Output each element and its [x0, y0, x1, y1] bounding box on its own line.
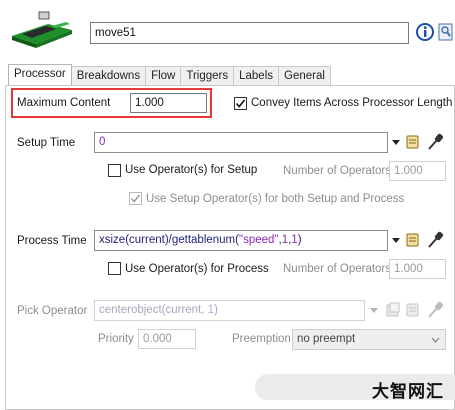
process-time-str: "speed" — [238, 234, 279, 246]
conveyor-processor-icon — [8, 10, 76, 50]
pick-operator-field[interactable]: centerobject(current, 1) — [94, 300, 365, 321]
eyedropper-icon[interactable] — [426, 300, 444, 323]
properties-icon[interactable] — [437, 22, 455, 42]
setup-time-field[interactable]: 0 — [94, 132, 388, 153]
checkmark-icon — [130, 194, 141, 203]
dropdown-arrow-icon[interactable] — [369, 306, 379, 318]
preemption-value: no preempt — [297, 333, 356, 345]
convey-checkbox[interactable] — [234, 97, 247, 110]
num-operators-setup-input[interactable] — [389, 161, 446, 181]
scroll-edit-icon[interactable] — [405, 231, 421, 252]
tab-bar: Processor Breakdowns Flow Triggers Label… — [8, 64, 331, 86]
object-name-input[interactable] — [90, 22, 409, 44]
pick-operator-label: Pick Operator — [17, 305, 88, 317]
use-op-setup-label: Use Operator(s) for Setup — [125, 164, 258, 176]
max-content-label: Maximum Content — [17, 97, 111, 109]
use-op-process-label: Use Operator(s) for Process — [125, 263, 269, 275]
tab-general[interactable]: General — [278, 66, 331, 86]
scroll-edit-icon[interactable] — [405, 301, 421, 322]
process-time-close: ) — [297, 234, 302, 246]
process-time-field[interactable]: xsize(current)/gettablenum("speed",1,1) — [94, 230, 388, 251]
process-time-label: Process Time — [17, 235, 87, 247]
priority-input[interactable] — [138, 329, 196, 349]
priority-label: Priority — [98, 333, 134, 345]
setup-time-label: Setup Time — [17, 137, 76, 149]
tab-breakdowns[interactable]: Breakdowns — [70, 66, 147, 86]
use-setup-both-label: Use Setup Operator(s) for both Setup and… — [146, 193, 405, 205]
num-operators-process-label: Number of Operators — [283, 263, 392, 275]
checkmark-icon — [235, 99, 246, 108]
use-setup-both-checkbox[interactable] — [129, 192, 142, 205]
info-icon[interactable] — [415, 22, 435, 42]
tab-triggers[interactable]: Triggers — [180, 66, 235, 86]
tab-flow[interactable]: Flow — [145, 66, 182, 86]
num-operators-process-input[interactable] — [389, 259, 446, 279]
convey-label: Convey Items Across Processor Length — [251, 97, 453, 109]
use-op-setup-checkbox[interactable] — [108, 164, 121, 177]
dropdown-arrow-icon[interactable] — [391, 138, 401, 150]
pick-operator-fn: centerobject(current, — [99, 304, 208, 316]
watermark-text: 大智网汇 — [372, 382, 444, 401]
dropdown-arrow-icon[interactable] — [391, 236, 401, 248]
process-time-fn: xsize(current)/gettablenum( — [99, 234, 239, 246]
tab-labels[interactable]: Labels — [233, 66, 279, 86]
setup-time-value: 0 — [99, 136, 106, 148]
pick-operator-close: ) — [214, 304, 218, 316]
chevron-down-icon — [431, 337, 440, 343]
use-op-process-checkbox[interactable] — [108, 262, 121, 275]
preemption-label: Preemption — [232, 333, 291, 345]
preemption-select[interactable]: no preempt — [292, 329, 446, 350]
eyedropper-icon[interactable] — [426, 132, 444, 155]
scroll-edit-icon[interactable] — [405, 133, 421, 154]
max-content-input[interactable] — [130, 93, 207, 113]
num-operators-setup-label: Number of Operators — [283, 165, 392, 177]
tab-processor[interactable]: Processor — [8, 64, 72, 85]
eyedropper-icon[interactable] — [426, 230, 444, 253]
template-icon[interactable] — [385, 301, 401, 322]
